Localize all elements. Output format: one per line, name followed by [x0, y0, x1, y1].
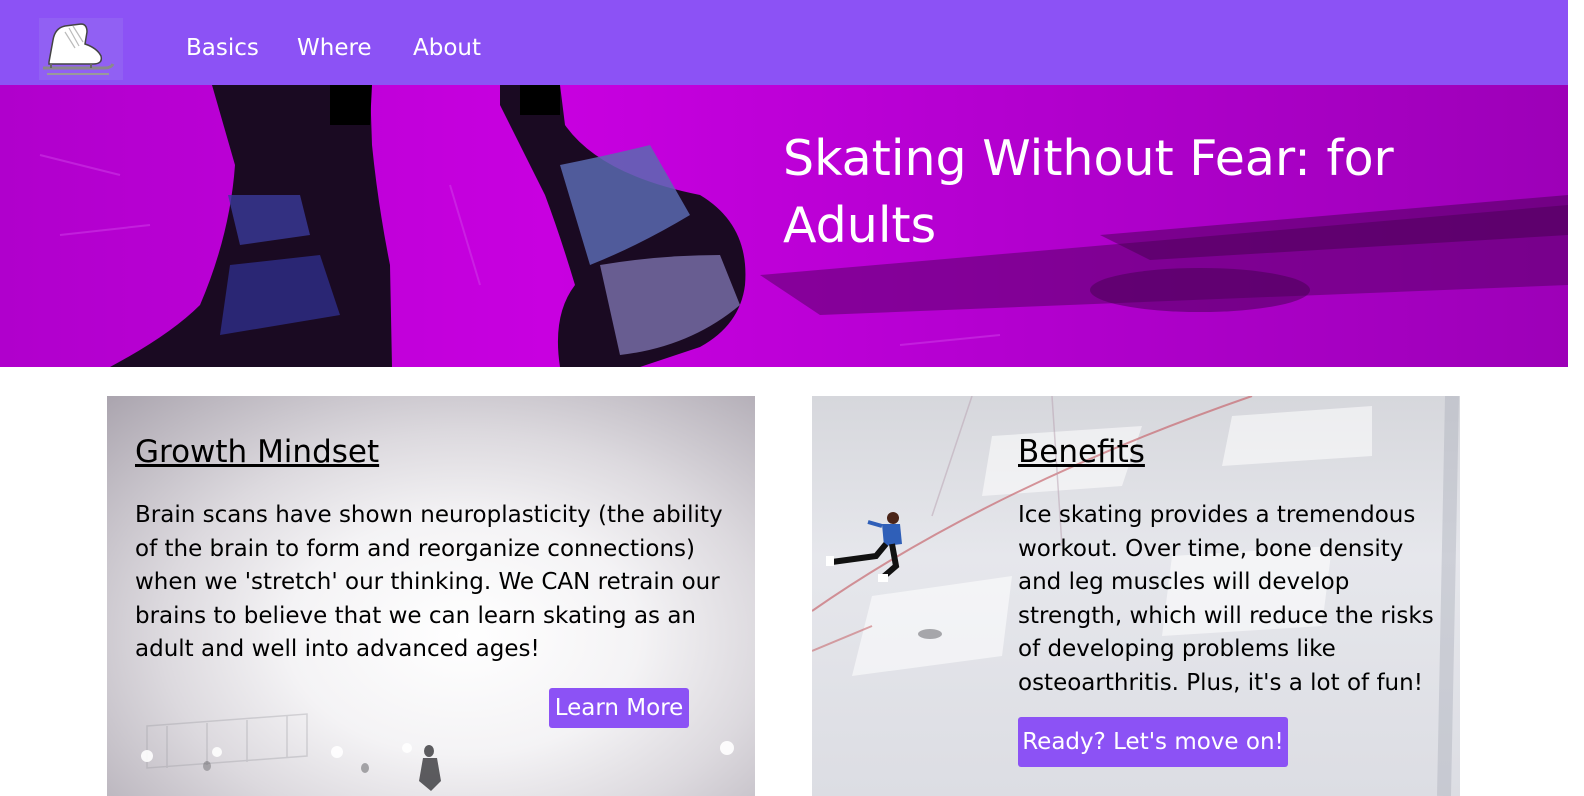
nav-link-basics[interactable]: Basics [186, 33, 259, 63]
card-text-growth-mindset: Brain scans have shown neuroplasticity (… [135, 502, 723, 663]
skater-figure [826, 512, 902, 582]
card-heading-growth-mindset: Growth Mindset [135, 434, 380, 470]
nav-link-about[interactable]: About [413, 33, 481, 63]
top-navigation-bar: Basics Where About [0, 0, 1568, 85]
ice-skate-logo-icon[interactable] [39, 18, 123, 80]
card-text-benefits: Ice skating provides a tremendous workou… [1018, 502, 1434, 696]
hero-banner: Skating Without Fear: for Adults [0, 85, 1568, 367]
growth-mindset-card: Growth Mindset Brain scans have shown ne… [107, 396, 755, 796]
card-heading-benefits: Benefits [1018, 434, 1145, 470]
nav-link-where[interactable]: Where [297, 33, 372, 63]
ready-move-on-button[interactable]: Ready? Let's move on! [1018, 717, 1288, 767]
hero-title: Skating Without Fear: for Adults [783, 130, 1394, 254]
ice-skate-icon [43, 23, 115, 75]
benefits-card: Benefits Ice skating provides a tremendo… [812, 396, 1460, 796]
learn-more-button[interactable]: Learn More [549, 688, 689, 728]
